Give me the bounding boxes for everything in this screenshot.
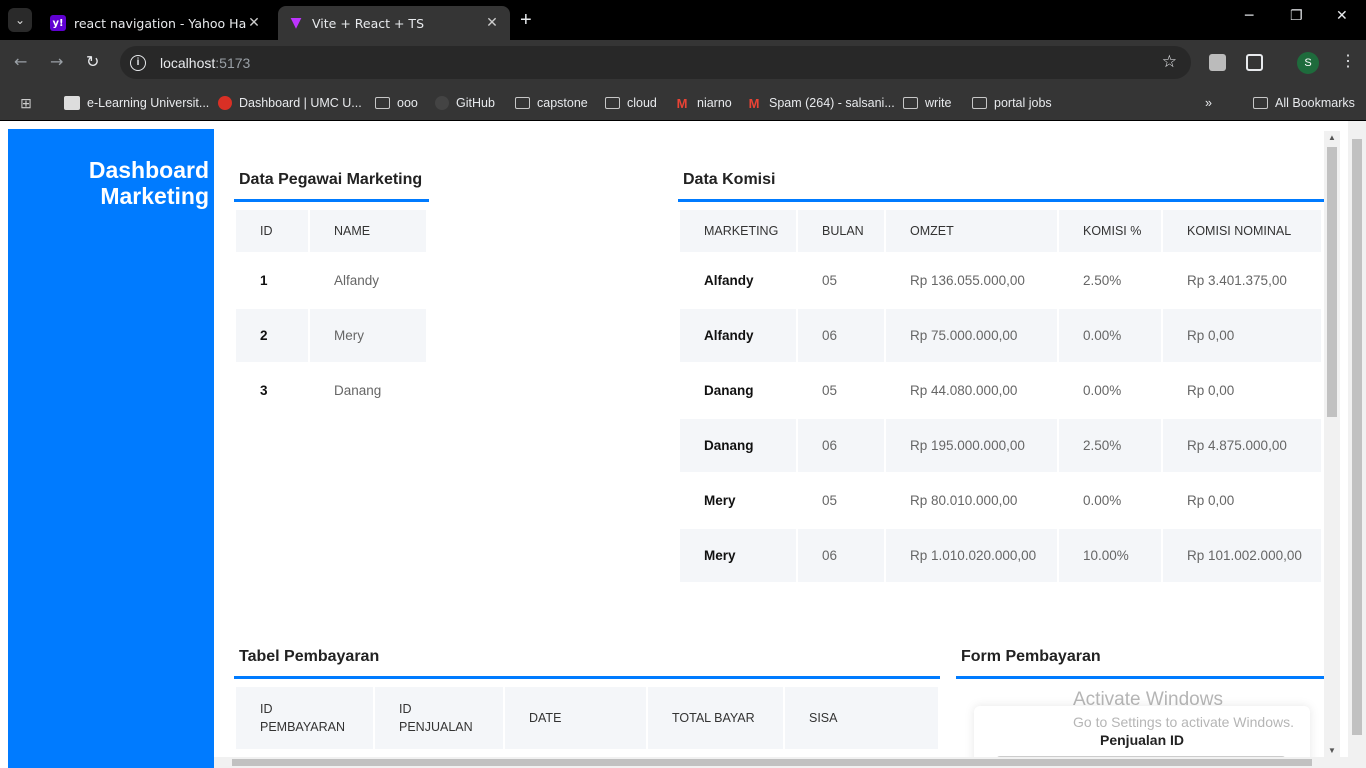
scrollbar-thumb[interactable] [1327,147,1337,417]
activate-windows-watermark: Activate Windows Go to Settings to activ… [1073,689,1294,730]
avatar[interactable]: S [1297,52,1319,74]
browser-toolbar: ← → ↻ i localhost:5173 ☆ S ⋮ [0,40,1366,86]
folder-icon [902,97,918,109]
table-row: Danang 05 Rp 44.080.000,00 0.00% Rp 0,00 [704,383,1235,398]
tab-vite[interactable]: ▼ Vite + React + TS ✕ [278,6,510,40]
bookmark-write[interactable]: write [902,93,951,113]
scroll-down-icon[interactable]: ▼ [1328,746,1336,755]
komisi-table: MARKETING BULAN OMZET KOMISI % KOMISI NO… [678,208,1323,584]
apps-grid-icon[interactable]: ⊞ [18,93,41,113]
content-scrollbar[interactable]: ▲ ▼ [1324,131,1340,757]
more-bookmarks-icon[interactable]: » [1205,93,1212,113]
table-header: DATE [505,687,646,749]
scroll-up-icon[interactable]: ▲ [1328,133,1336,142]
all-bookmarks[interactable]: All Bookmarks [1252,93,1355,113]
gmail-icon: M [748,95,760,111]
table-header: BULAN [798,210,884,252]
restore-icon[interactable]: ❐ [1290,8,1303,24]
new-tab-icon[interactable]: + [520,9,532,32]
vite-icon: ▼ [290,15,302,31]
komisi-title: Data Komisi [678,171,1324,202]
table-header: KOMISI % [1059,210,1161,252]
folder-icon [374,97,390,109]
forward-icon[interactable]: → [50,52,63,71]
umc-icon [218,96,232,110]
penjualan-id-label: Penjualan ID [1100,732,1185,748]
scrollbar-thumb[interactable] [1352,139,1362,735]
github-icon [435,96,449,110]
sidebar: Dashboard Marketing [8,129,214,768]
table-row: 2 Mery [236,309,426,362]
menu-dots-icon[interactable]: ⋮ [1340,51,1356,71]
puzzle-icon[interactable] [1246,54,1263,71]
table-header: ID PENJUALAN [375,687,503,749]
url-text: localhost:5173 [160,54,251,71]
elearning-icon [64,96,80,110]
bookmark-star-icon[interactable]: ☆ [1162,52,1177,72]
table-header: ID PEMBAYARAN [236,687,373,749]
form-title: Form Pembayaran [956,648,1324,679]
table-row: 1 Alfandy [260,273,380,288]
scrollbar-thumb[interactable] [232,759,1312,766]
table-header: ID [236,210,308,252]
bookmarks-bar: ⊞ e-Learning Universit... Dashboard | UM… [0,86,1366,120]
table-header: MARKETING [680,210,796,252]
pembayaran-title: Tabel Pembayaran [234,648,940,679]
table-row: 3 Danang [260,383,382,398]
pegawai-table: ID NAME 1 Alfandy 2 Mery 3 Danang [234,208,428,419]
folder-icon [604,97,620,109]
page-scrollbar[interactable] [1348,121,1366,768]
site-info-icon[interactable]: i [130,54,146,71]
table-row: Mery 06 Rp 1.010.020.000,00 10.00% Rp 101.00… [680,529,1321,582]
bookmark-portal-jobs[interactable]: portal jobs [971,93,1052,113]
table-row: Alfandy 06 Rp 75.000.000,00 0.00% Rp 0,00 [680,309,1321,362]
gmail-icon: M [676,95,688,111]
tab-yahoo[interactable]: y! react navigation - Yahoo Hasil P ✕ [40,6,272,40]
folder-icon [971,97,987,109]
bookmark-elearning[interactable]: e-Learning Universit... [64,93,209,113]
bookmark-umc[interactable]: Dashboard | UMC U... [218,93,362,113]
table-header: TOTAL BAYAR [648,687,783,749]
table-row: Alfandy 05 Rp 136.055.000,00 2.50% Rp 3.401.… [704,273,1287,288]
bookmark-capstone[interactable]: capstone [514,93,588,113]
bookmark-ooo[interactable]: ooo [374,93,418,113]
bookmark-github[interactable]: GitHub [435,93,495,113]
reload-icon[interactable]: ↻ [86,52,99,71]
back-icon[interactable]: ← [14,52,27,71]
bookmark-niarno[interactable]: Mniarno [674,93,732,113]
close-tab-icon[interactable]: ✕ [484,15,500,31]
table-row: Danang 06 Rp 195.000.000,00 2.50% Rp 4.875.0… [680,419,1321,472]
minimize-icon[interactable]: ─ [1245,8,1253,24]
pegawai-title: Data Pegawai Marketing [234,171,429,202]
tab-search-icon[interactable]: ⌄ [8,8,32,32]
table-header: SISA [785,687,938,749]
close-window-icon[interactable]: ✕ [1336,8,1348,24]
close-tab-icon[interactable]: ✕ [246,15,262,31]
table-row: Mery 05 Rp 80.010.000,00 0.00% Rp 0,00 [704,493,1235,508]
table-header: OMZET [886,210,1057,252]
horizontal-scrollbar[interactable] [214,757,1348,768]
pembayaran-table: ID PEMBAYARAN ID PENJUALAN DATE TOTAL BAYA… [234,685,940,751]
table-header: KOMISI NOMINAL [1163,210,1321,252]
table-header: NAME [310,210,426,252]
tab-title: Vite + React + TS [312,15,424,31]
folder-icon [1252,97,1268,109]
page-viewport: Dashboard Marketing Data Pegawai Marketin… [0,121,1366,768]
yahoo-icon: y! [50,15,66,31]
tab-title: react navigation - Yahoo Hasil P [74,15,246,31]
sidebar-title: Dashboard Marketing [88,157,209,209]
bookmark-cloud[interactable]: cloud [604,93,657,113]
extension-icon[interactable] [1209,54,1226,71]
address-bar[interactable]: i localhost:5173 ☆ [120,46,1191,79]
tab-bar: ⌄ y! react navigation - Yahoo Hasil P ✕ … [0,0,1366,40]
folder-icon [514,97,530,109]
bookmark-spam[interactable]: M Spam (264) - salsani... [746,93,895,113]
